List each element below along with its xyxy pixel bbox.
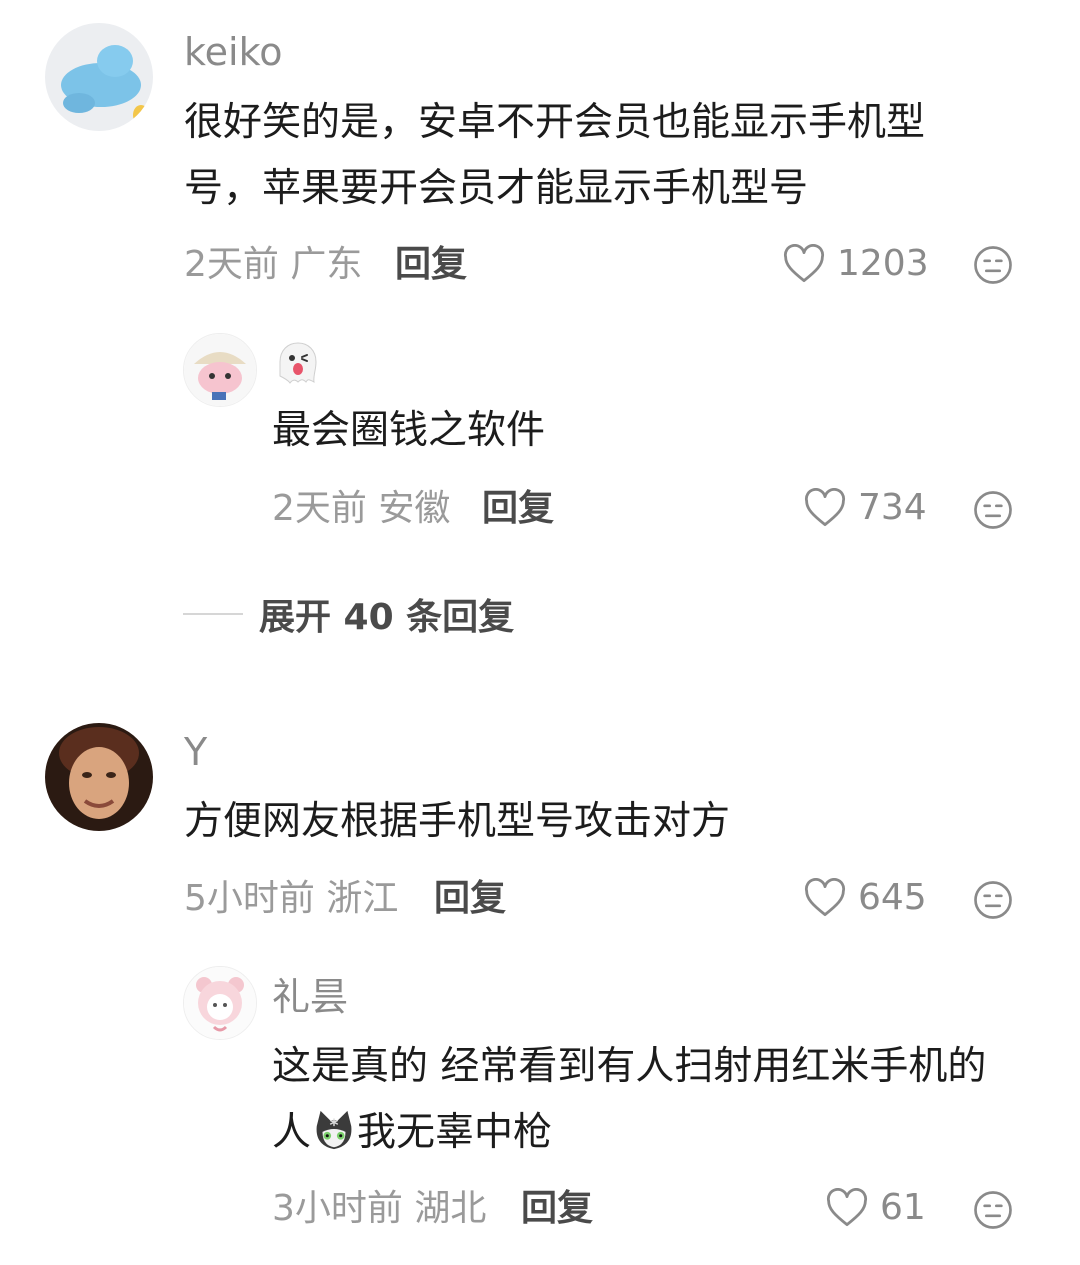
like-button[interactable]: 734 xyxy=(804,488,927,528)
comment-username[interactable]: Y xyxy=(184,733,207,771)
comment-text-line-1: 很好笑的是，安卓不开会员也能显示手机型 xyxy=(184,100,926,145)
heart-icon xyxy=(804,878,846,917)
reply-text-line-2-start: 人 xyxy=(272,1110,312,1155)
reply-text-line-2-end: 我无辜中枪 xyxy=(357,1110,553,1155)
reply-text-line-2: 人 我无辜中枪 xyxy=(272,1100,552,1166)
comment-time-location: 5小时前 浙江 xyxy=(184,878,399,919)
avatar[interactable] xyxy=(45,723,153,831)
like-count: 1203 xyxy=(837,243,929,284)
pink-bear-avatar-image xyxy=(184,967,256,1039)
reply-text: 最会圈钱之软件 xyxy=(272,408,546,453)
dislike-face-icon[interactable] xyxy=(973,490,1013,530)
dislike-face-icon[interactable] xyxy=(973,245,1013,285)
comment-text-line-2: 号，苹果要开会员才能显示手机型号 xyxy=(184,166,809,211)
avatar[interactable] xyxy=(183,966,257,1040)
divider-line xyxy=(183,613,243,615)
heart-icon xyxy=(826,1188,868,1227)
avatar[interactable] xyxy=(183,333,257,407)
like-count: 734 xyxy=(858,487,927,528)
reply-button[interactable]: 回复 xyxy=(482,491,554,527)
reply-time-location: 2天前 安徽 xyxy=(272,488,451,529)
comment-text: 方便网友根据手机型号攻击对方 xyxy=(184,799,731,844)
reply-button[interactable]: 回复 xyxy=(521,1191,593,1227)
reply-time-location: 3小时前 湖北 xyxy=(272,1188,487,1229)
cat-emoji-icon xyxy=(316,1110,352,1150)
expand-replies-label: 展开 40 条回复 xyxy=(259,597,515,638)
dislike-face-icon[interactable] xyxy=(973,1190,1013,1230)
comment-username[interactable]: keiko xyxy=(184,33,283,71)
reply-button[interactable]: 回复 xyxy=(434,881,506,917)
comment-time-location: 2天前 广东 xyxy=(184,244,363,285)
man-photo-avatar-image xyxy=(45,723,153,831)
dislike-face-icon[interactable] xyxy=(973,880,1013,920)
like-count: 645 xyxy=(858,877,927,918)
like-count: 61 xyxy=(880,1187,926,1228)
avatar[interactable] xyxy=(45,23,153,131)
expand-replies-button[interactable]: 展开 40 条回复 xyxy=(183,588,514,640)
reply-text-line-1: 这是真的 经常看到有人扫射用红米手机的 xyxy=(272,1044,987,1089)
heart-icon xyxy=(783,244,825,283)
like-button[interactable]: 1203 xyxy=(783,244,929,284)
like-button[interactable]: 61 xyxy=(826,1188,926,1228)
blue-plush-avatar-image xyxy=(45,23,153,131)
like-button[interactable]: 645 xyxy=(804,878,927,918)
reply-username[interactable]: 礼昙 xyxy=(272,978,348,1016)
cartoon-pig-avatar-image xyxy=(184,334,256,406)
ghost-emoji-icon xyxy=(279,342,317,384)
heart-icon xyxy=(804,488,846,527)
reply-button[interactable]: 回复 xyxy=(395,247,467,283)
